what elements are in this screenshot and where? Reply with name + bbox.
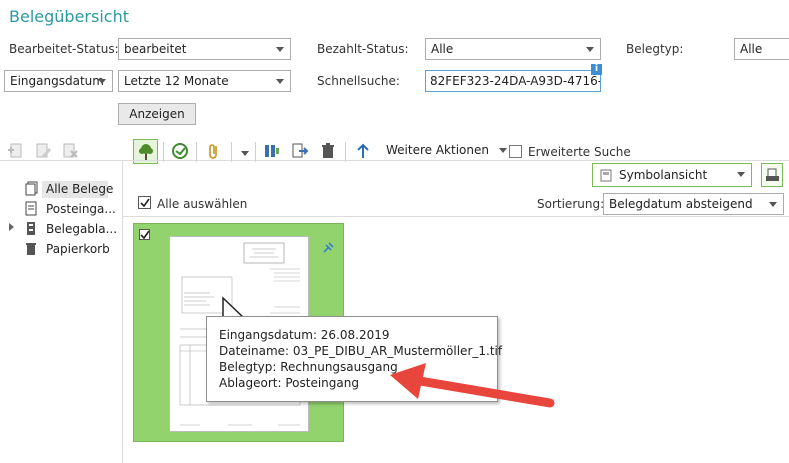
toolbar-divider bbox=[0, 160, 789, 161]
bearbeitet-status-select[interactable]: bearbeitet bbox=[118, 38, 291, 60]
sidebar-divider bbox=[122, 161, 123, 463]
move-document-icon[interactable] bbox=[291, 142, 309, 160]
chevron-down-icon bbox=[769, 202, 777, 207]
documents-stack-icon bbox=[25, 181, 38, 196]
chevron-down-icon bbox=[737, 172, 745, 177]
toolbar-separator bbox=[231, 142, 232, 162]
more-actions-label: Weitere Aktionen bbox=[386, 143, 489, 157]
refresh-icon[interactable] bbox=[171, 142, 189, 160]
date-field-value: Eingangsdatum bbox=[10, 74, 104, 88]
bearbeitet-status-label: Bearbeitet-Status: bbox=[9, 42, 119, 56]
extended-search-checkbox[interactable] bbox=[509, 145, 522, 158]
document-edit-icon[interactable] bbox=[34, 142, 52, 160]
select-all-checkbox[interactable] bbox=[138, 196, 151, 209]
toolbar-separator bbox=[163, 142, 164, 162]
view-mode-value: Symbolansicht bbox=[619, 168, 708, 182]
toolbar-separator bbox=[345, 142, 346, 162]
tree-icon bbox=[139, 144, 153, 160]
sidebar-item-papierkorb[interactable]: Papierkorb bbox=[46, 242, 110, 256]
extended-search-label: Erweiterte Suche bbox=[528, 145, 631, 159]
period-value: Letzte 12 Monate bbox=[124, 74, 229, 88]
date-field-select[interactable]: Eingangsdatum bbox=[4, 70, 113, 92]
page-title: Belegübersicht bbox=[9, 7, 129, 26]
split-document-icon[interactable] bbox=[263, 142, 281, 160]
list-header-divider bbox=[123, 216, 789, 217]
quicksearch-input[interactable]: 82FEF323-24DA-A93D-4716-... bbox=[425, 70, 601, 92]
toolbar-separator bbox=[255, 142, 256, 162]
bezahlt-status-select[interactable]: Alle bbox=[425, 38, 601, 60]
arrow-up-icon[interactable] bbox=[354, 142, 372, 160]
checkmark-icon bbox=[140, 230, 150, 240]
tooltip-receipt-date: Eingangsdatum: 26.08.2019 bbox=[219, 328, 390, 342]
sidebar-item-posteingang[interactable]: Posteinga... bbox=[46, 202, 116, 216]
sidebar-item-alle-belege[interactable]: Alle Belege bbox=[46, 182, 113, 196]
inbox-icon bbox=[25, 201, 37, 216]
bearbeitet-status-value: bearbeitet bbox=[124, 42, 187, 56]
document-print-icon bbox=[766, 168, 779, 181]
document-tile-checkbox[interactable] bbox=[139, 229, 150, 240]
filing-cabinet-icon bbox=[27, 222, 35, 235]
sidebar-item-belegablage[interactable]: Belegabla... bbox=[46, 222, 117, 236]
view-mode-select[interactable]: Symbolansicht bbox=[592, 163, 752, 187]
bezahlt-status-value: Alle bbox=[431, 42, 454, 56]
chevron-down-icon bbox=[276, 47, 284, 52]
trash-icon bbox=[26, 243, 36, 255]
more-actions-menu[interactable]: Weitere Aktionen bbox=[386, 143, 507, 157]
period-select[interactable]: Letzte 12 Monate bbox=[118, 70, 291, 92]
chevron-right-icon[interactable] bbox=[9, 223, 14, 231]
chevron-down-icon bbox=[98, 79, 106, 84]
chevron-down-icon bbox=[276, 79, 284, 84]
info-icon[interactable]: i bbox=[591, 64, 602, 75]
sort-select[interactable]: Belegdatum absteigend bbox=[603, 193, 784, 215]
belegtyp-value: Alle bbox=[740, 42, 763, 56]
chevron-down-icon[interactable] bbox=[241, 151, 249, 156]
document-delete-icon[interactable] bbox=[61, 142, 79, 160]
document-add-icon[interactable] bbox=[7, 142, 25, 160]
checkmark-icon bbox=[140, 198, 150, 208]
toolbar-separator bbox=[196, 142, 197, 162]
show-button[interactable]: Anzeigen bbox=[118, 103, 196, 125]
quicksearch-label: Schnellsuche: bbox=[317, 74, 400, 88]
belegtyp-select[interactable]: Alle bbox=[734, 38, 789, 60]
document-view-icon bbox=[600, 169, 612, 182]
sort-label: Sortierung: bbox=[537, 197, 605, 211]
paperclip-icon[interactable] bbox=[205, 142, 223, 160]
trash-icon[interactable] bbox=[319, 142, 337, 160]
chevron-down-icon bbox=[498, 148, 507, 153]
chevron-down-icon bbox=[586, 47, 594, 52]
document-preview-button[interactable] bbox=[761, 163, 783, 187]
select-all-label: Alle auswählen bbox=[157, 197, 248, 211]
annotation-arrow-icon bbox=[390, 363, 555, 408]
pin-icon[interactable] bbox=[321, 241, 335, 255]
bezahlt-status-label: Bezahlt-Status: bbox=[317, 42, 409, 56]
belegtyp-label: Belegtyp: bbox=[626, 42, 684, 56]
sort-value: Belegdatum absteigend bbox=[609, 197, 753, 211]
